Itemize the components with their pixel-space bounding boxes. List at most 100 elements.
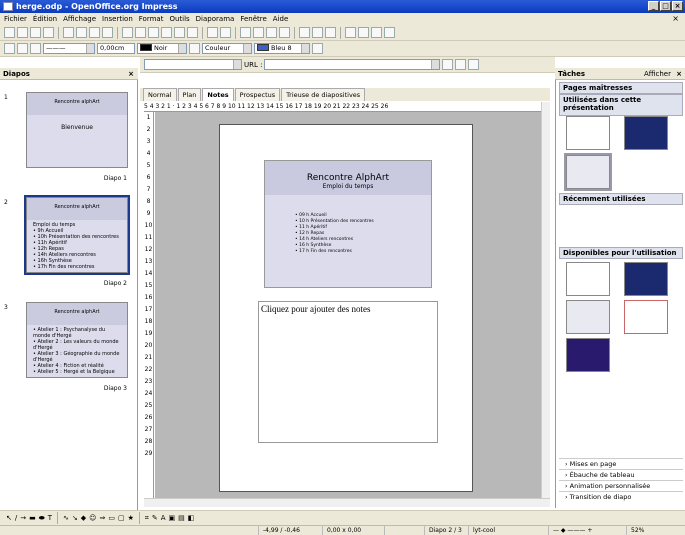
master-thumbnail[interactable] [624, 116, 668, 150]
undo-icon[interactable] [207, 27, 218, 38]
curve-tool-icon[interactable]: ∿ [63, 514, 69, 522]
notes-text-area[interactable]: Cliquez pour ajouter des notes [258, 301, 438, 443]
menu-diaporama[interactable]: Diaporama [196, 13, 235, 25]
line-tool-icon[interactable]: / [15, 514, 17, 522]
arrow-tool-icon[interactable]: → [20, 514, 26, 522]
menu-outils[interactable]: Outils [169, 13, 189, 25]
area-icon[interactable] [189, 43, 200, 54]
connector-tool-icon[interactable]: ↘ [72, 514, 78, 522]
area-color-select[interactable]: Bleu 8 [254, 43, 310, 54]
layout-icon[interactable] [371, 27, 382, 38]
edit-file-icon[interactable] [63, 27, 74, 38]
slide-thumbnail-3[interactable]: Rencontre alphArt • Atelier 1 : Psychana… [26, 302, 128, 378]
tab-plan[interactable]: Plan [177, 88, 202, 101]
recent-masters-header[interactable]: Récemment utilisées [559, 193, 683, 205]
callouts-icon[interactable]: ▢ [118, 514, 125, 522]
rectangle-tool-icon[interactable]: ▬ [29, 514, 36, 522]
grid-icon[interactable] [279, 27, 290, 38]
menu-edition[interactable]: Édition [33, 13, 57, 25]
gallery-icon[interactable]: ▤ [178, 514, 185, 522]
close-pane-icon[interactable]: × [676, 68, 682, 80]
hyperlink-target-icon[interactable] [442, 59, 454, 70]
menu-fichier[interactable]: Fichier [4, 13, 27, 25]
block-arrows-icon[interactable]: ⇒ [99, 514, 105, 522]
symbol-shapes-icon[interactable]: ☺ [89, 514, 96, 522]
select-icon[interactable]: ↖ [6, 514, 12, 522]
arrow-style-icon[interactable] [30, 43, 41, 54]
horizontal-scrollbar[interactable] [144, 498, 550, 507]
glue-points-icon[interactable]: ✎ [152, 514, 158, 522]
spellcheck-icon[interactable] [122, 27, 133, 38]
mail-icon[interactable] [43, 27, 54, 38]
help-icon[interactable] [325, 27, 336, 38]
from-file-icon[interactable]: ▣ [168, 514, 175, 522]
layouts-link[interactable]: Mises en page [559, 458, 683, 468]
close-pane-icon[interactable]: × [128, 68, 134, 80]
line-style-select[interactable]: ——— [43, 43, 95, 54]
zoom-slider[interactable]: — ◆ ——— + [548, 526, 626, 535]
master-pages-header[interactable]: Pages maîtresses [559, 82, 683, 94]
slide-preview[interactable]: Rencontre AlphArt Emploi du temps 09 h A… [264, 160, 432, 288]
master-thumbnail[interactable] [624, 300, 668, 334]
paste-icon[interactable] [174, 27, 185, 38]
extrusion-icon[interactable]: ◧ [188, 514, 195, 522]
close-button[interactable]: × [672, 1, 683, 11]
url-field[interactable] [264, 59, 441, 70]
master-thumbnail[interactable] [566, 116, 610, 150]
horizontal-ruler[interactable]: 5 4 3 2 1 · 1 2 3 4 5 6 7 8 9 10 11 12 1… [144, 102, 546, 112]
url-name-field[interactable] [144, 59, 242, 70]
stars-icon[interactable]: ★ [128, 514, 134, 522]
minimize-button[interactable]: _ [648, 1, 659, 11]
slide-transition-link[interactable]: Transition de diapo [559, 491, 683, 501]
zoom-level[interactable]: 52% [626, 526, 656, 535]
master-thumbnail[interactable] [624, 262, 668, 296]
vertical-ruler[interactable]: 1 2 3 4 5 6 7 8 9 10 11 12 13 14 15 16 1… [144, 112, 154, 498]
draw-functions-icon[interactable] [299, 27, 310, 38]
chart-icon[interactable] [240, 27, 251, 38]
ellipse-tool-icon[interactable]: ⬬ [39, 514, 45, 523]
tab-notes[interactable]: Notes [202, 88, 234, 101]
cut-icon[interactable] [148, 27, 159, 38]
menu-fenetre[interactable]: Fenêtre [240, 13, 266, 25]
maximize-button[interactable]: □ [660, 1, 671, 11]
find-icon[interactable] [455, 59, 467, 70]
autospell-icon[interactable] [135, 27, 146, 38]
line-icon[interactable] [17, 43, 28, 54]
basic-shapes-icon[interactable]: ◆ [81, 514, 86, 522]
tab-prospectus[interactable]: Prospectus [234, 88, 281, 101]
available-masters-header[interactable]: Disponibles pour l'utilisation [559, 247, 683, 259]
save-icon[interactable] [30, 27, 41, 38]
show-slide-icon[interactable] [384, 27, 395, 38]
master-thumbnail[interactable] [564, 153, 612, 191]
text-tool-icon[interactable]: T [48, 514, 52, 522]
styles-icon[interactable] [4, 43, 15, 54]
master-thumbnail[interactable] [566, 262, 610, 296]
line-width-field[interactable]: 0,00cm [97, 43, 135, 54]
menu-format[interactable]: Format [139, 13, 164, 25]
flowchart-icon[interactable]: ▭ [108, 514, 115, 522]
vertical-scrollbar[interactable] [541, 102, 550, 498]
points-icon[interactable]: ⌗ [145, 514, 149, 523]
slide-thumbnail-2[interactable]: Rencontre alphArt Emploi du temps • 9h A… [24, 195, 130, 275]
menu-insertion[interactable]: Insertion [102, 13, 133, 25]
print-icon[interactable] [89, 27, 100, 38]
copy-icon[interactable] [161, 27, 172, 38]
line-color-select[interactable]: Noir [137, 43, 187, 54]
used-masters-header[interactable]: Utilisées dans cette présentation [559, 94, 683, 116]
area-style-select[interactable]: Couleur [202, 43, 252, 54]
slide-thumbnail-1[interactable]: Rencontre alphArt Bienvenue [26, 92, 128, 168]
view-menu-button[interactable]: Afficher [644, 68, 671, 80]
pdf-icon[interactable] [76, 27, 87, 38]
fontwork-icon[interactable]: A [161, 514, 166, 522]
close-document-icon[interactable]: × [672, 13, 679, 25]
tab-slide-sorter[interactable]: Trieuse de diapositives [281, 88, 366, 101]
table-design-link[interactable]: Ébauche de tableau [559, 469, 683, 479]
open-icon[interactable] [17, 27, 28, 38]
new-icon[interactable] [4, 27, 15, 38]
master-thumbnail[interactable] [566, 300, 610, 334]
table-icon[interactable] [253, 27, 264, 38]
slide-show-icon[interactable] [345, 27, 356, 38]
master-thumbnail[interactable] [566, 338, 610, 372]
preview-icon[interactable] [102, 27, 113, 38]
new-slide-icon[interactable] [358, 27, 369, 38]
